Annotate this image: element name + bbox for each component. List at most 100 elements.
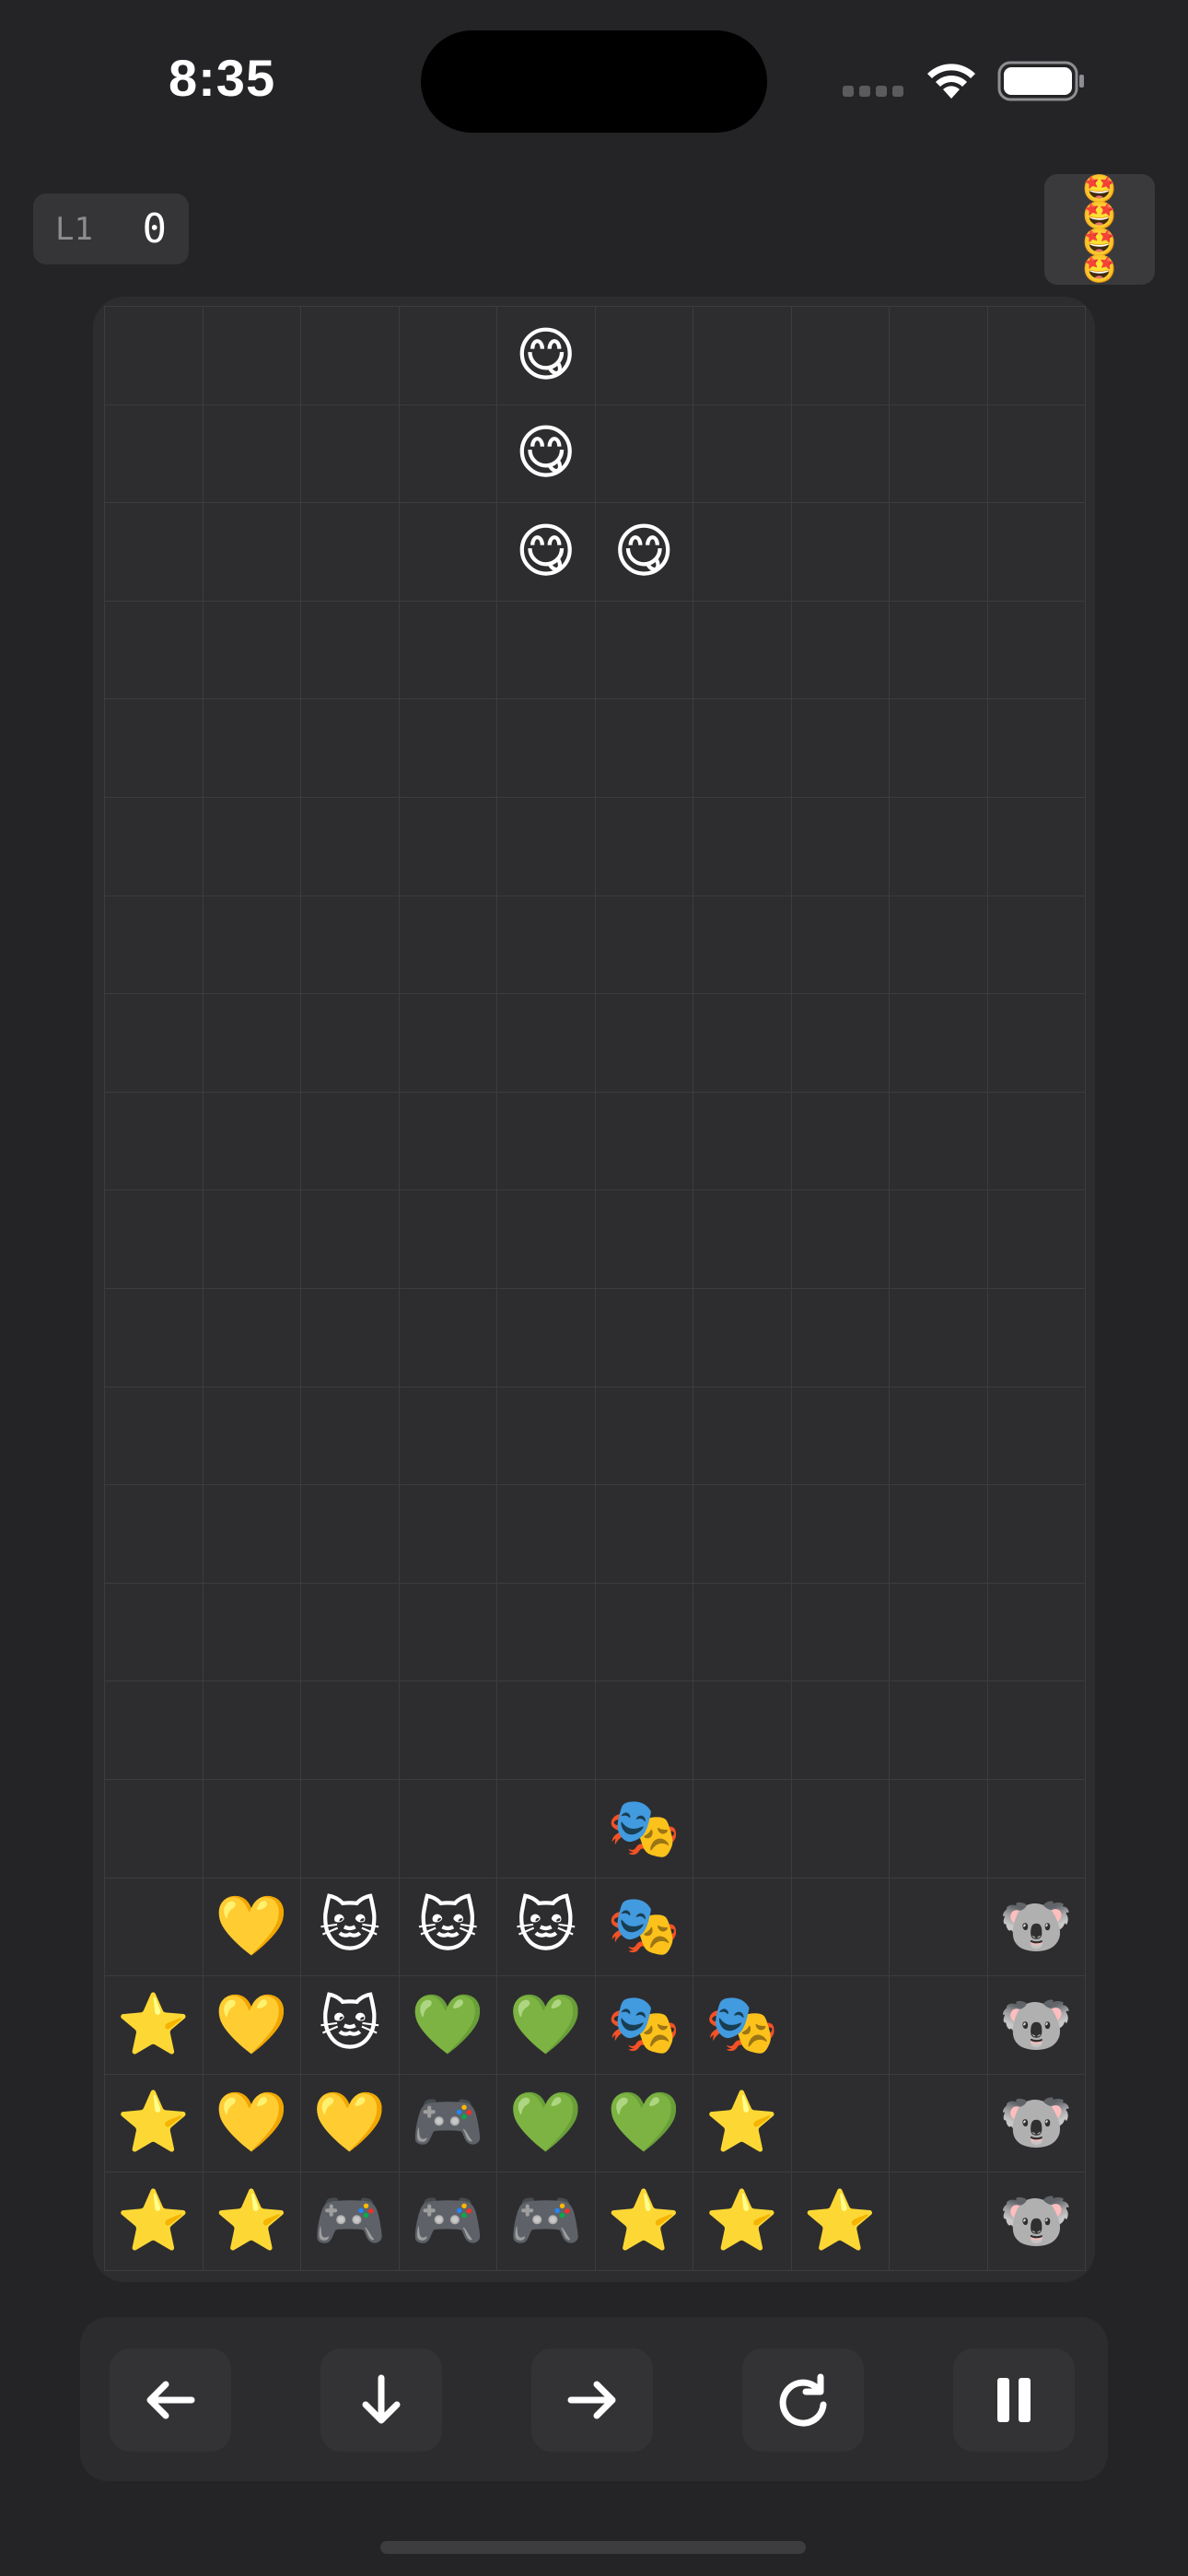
board-cell bbox=[791, 1485, 890, 1584]
board-cell bbox=[105, 1485, 204, 1584]
board-cell bbox=[890, 601, 988, 700]
board-cell bbox=[399, 1387, 497, 1486]
board-cell bbox=[890, 1583, 988, 1682]
board-cell bbox=[987, 1387, 1086, 1486]
board-block: 🐨 bbox=[987, 1878, 1086, 1977]
board-cell bbox=[791, 601, 890, 700]
board-cell bbox=[890, 1878, 988, 1977]
board-cell bbox=[497, 1681, 596, 1780]
board-cell bbox=[791, 1976, 890, 2075]
rotate-button[interactable] bbox=[742, 2348, 864, 2452]
board-block: 🎮 bbox=[301, 2172, 400, 2271]
board-block: 🎮 bbox=[497, 2172, 596, 2271]
board-cell bbox=[399, 1485, 497, 1584]
board-block: 😋 bbox=[595, 503, 693, 602]
board-cell bbox=[595, 1288, 693, 1388]
score-value: 0 bbox=[142, 205, 168, 252]
board-cell bbox=[987, 1190, 1086, 1289]
board-cell bbox=[301, 1485, 400, 1584]
board-block: 🎭 bbox=[595, 1878, 693, 1977]
board-cell bbox=[203, 1583, 301, 1682]
board-cell bbox=[203, 1387, 301, 1486]
board-cell bbox=[987, 1485, 1086, 1584]
board-cell bbox=[595, 896, 693, 995]
board-cell bbox=[301, 1583, 400, 1682]
board-cell bbox=[203, 797, 301, 896]
board-cell bbox=[105, 307, 204, 405]
board-cell bbox=[203, 601, 301, 700]
board-cell bbox=[693, 1288, 792, 1388]
board-cell bbox=[497, 994, 596, 1093]
board-block: 🎮 bbox=[399, 2172, 497, 2271]
board-cell bbox=[301, 994, 400, 1093]
board-cell bbox=[105, 896, 204, 995]
board-cell bbox=[399, 601, 497, 700]
board-cell bbox=[595, 1387, 693, 1486]
move-right-button[interactable] bbox=[531, 2348, 653, 2452]
board-cell bbox=[595, 1190, 693, 1289]
board-cell bbox=[693, 1583, 792, 1682]
board-block: 😋 bbox=[497, 307, 596, 405]
board-cell bbox=[105, 601, 204, 700]
board-cell bbox=[301, 307, 400, 405]
board-cell bbox=[987, 307, 1086, 405]
board-block: 💛 bbox=[301, 2074, 400, 2173]
move-left-button[interactable] bbox=[110, 2348, 231, 2452]
board-cell bbox=[890, 1485, 988, 1584]
board-cell bbox=[890, 2074, 988, 2173]
board-cell bbox=[497, 1190, 596, 1289]
board-cell bbox=[399, 797, 497, 896]
board-cell bbox=[399, 699, 497, 798]
board-block: 🎭 bbox=[693, 1976, 792, 2075]
board-cell bbox=[301, 1779, 400, 1879]
board-cell bbox=[987, 601, 1086, 700]
board-cell bbox=[595, 1681, 693, 1780]
board-cell bbox=[301, 896, 400, 995]
board-cell bbox=[890, 1681, 988, 1780]
board-cell bbox=[595, 404, 693, 504]
soft-drop-button[interactable] bbox=[320, 2348, 442, 2452]
game-board[interactable]: 😋 😋 😋 😋 🎭 💛 🐱 🐱 🐱 🎭 🐨 ⭐ 💛 🐱 💚 💚 🎭 🎭 🐨 ⭐ 💛 💛 🎮 💚 💚 ⭐ 🐨 ⭐ ⭐ 🎮 🎮 🎮 ⭐ ⭐ ⭐ 🐨 bbox=[93, 297, 1095, 2282]
board-block: 💚 bbox=[497, 2074, 596, 2173]
board-cell bbox=[105, 1092, 204, 1191]
board-cell bbox=[987, 699, 1086, 798]
rotate-clockwise-icon bbox=[779, 2373, 827, 2427]
board-block: 💚 bbox=[399, 1976, 497, 2075]
board-cell bbox=[595, 1092, 693, 1191]
board-block: ⭐ bbox=[105, 2172, 204, 2271]
board-block: 🐨 bbox=[987, 1976, 1086, 2075]
board-cell bbox=[791, 2074, 890, 2173]
board-block: 💛 bbox=[203, 2074, 301, 2173]
board-block: 💛 bbox=[203, 1878, 301, 1977]
board-cell bbox=[497, 1092, 596, 1191]
board-cell bbox=[399, 994, 497, 1093]
board-cell bbox=[301, 601, 400, 700]
board-cell bbox=[890, 503, 988, 602]
board-cell bbox=[791, 1288, 890, 1388]
home-indicator[interactable] bbox=[380, 2541, 806, 2554]
board-cell bbox=[890, 1387, 988, 1486]
board-cell bbox=[399, 896, 497, 995]
board-block: 🐱 bbox=[301, 1878, 400, 1977]
board-cell bbox=[987, 1681, 1086, 1780]
board-cell bbox=[399, 307, 497, 405]
board-cell bbox=[301, 1092, 400, 1191]
board-cell bbox=[693, 307, 792, 405]
board-block: 🐨 bbox=[987, 2172, 1086, 2271]
board-cell bbox=[987, 994, 1086, 1093]
board-cell bbox=[203, 1190, 301, 1289]
board-cell bbox=[693, 994, 792, 1093]
pause-button[interactable] bbox=[953, 2348, 1075, 2452]
board-block: 🐱 bbox=[497, 1878, 596, 1977]
board-block: 😋 bbox=[497, 503, 596, 602]
board-cell bbox=[987, 1092, 1086, 1191]
arrow-right-icon bbox=[567, 2381, 616, 2419]
board-cell bbox=[595, 797, 693, 896]
board-cell bbox=[987, 404, 1086, 504]
board-cell bbox=[890, 1190, 988, 1289]
board-cell bbox=[203, 1779, 301, 1879]
next-piece-preview: 🤩 🤩 🤩 🤩 bbox=[1044, 174, 1155, 285]
board-cell bbox=[890, 307, 988, 405]
board-block: 🐱 bbox=[301, 1976, 400, 2075]
board-block: 💚 bbox=[497, 1976, 596, 2075]
